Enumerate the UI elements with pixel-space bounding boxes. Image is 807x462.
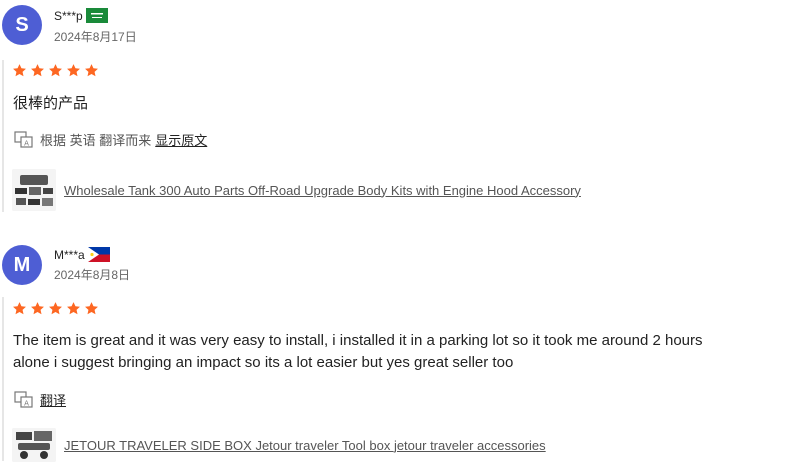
- translation-source-text: 根据 英语 翻译而来: [40, 133, 152, 148]
- review-divider: [2, 297, 4, 461]
- product-thumbnail[interactable]: [12, 428, 56, 462]
- show-original-link[interactable]: 显示原文: [155, 130, 207, 149]
- review-divider: [2, 60, 4, 212]
- star-icon: [13, 302, 26, 315]
- reviewer-username: S***p: [54, 8, 83, 23]
- product-reference[interactable]: JETOUR TRAVELER SIDE BOX Jetour traveler…: [12, 428, 546, 462]
- review-item: S S***p 2024年8月17日 很棒的产品 A 根据 英语 翻译而来 显示…: [0, 0, 807, 230]
- translation-note: A 根据 英语 翻译而来 显示原文: [14, 130, 207, 149]
- reviewer-name: M***a: [54, 247, 110, 262]
- review-date: 2024年8月8日: [54, 268, 131, 282]
- translate-icon: A: [14, 390, 33, 408]
- reviewer-username: M***a: [54, 247, 85, 262]
- star-icon: [67, 64, 80, 77]
- saudi-arabia-flag-icon: [85, 8, 108, 23]
- product-thumbnail[interactable]: [12, 169, 56, 211]
- svg-text:A: A: [24, 139, 29, 147]
- star-icon: [13, 64, 26, 77]
- review-text-line: 很棒的产品: [13, 95, 89, 112]
- star-icon: [85, 302, 98, 315]
- review-text: The item is great and it was very easy t…: [13, 330, 807, 374]
- translation-note: A 翻译: [14, 390, 66, 409]
- svg-text:A: A: [24, 399, 29, 407]
- review-text-line: The item is great and it was very easy t…: [13, 332, 703, 349]
- product-image-icon: [12, 169, 56, 211]
- star-icon: [31, 302, 44, 315]
- star-icon: [67, 302, 80, 315]
- star-rating: [12, 301, 99, 316]
- product-link[interactable]: JETOUR TRAVELER SIDE BOX Jetour traveler…: [64, 438, 546, 453]
- star-rating: [12, 63, 99, 78]
- review-date: 2024年8月17日: [54, 30, 137, 44]
- star-icon: [49, 302, 62, 315]
- avatar: M: [2, 245, 42, 285]
- avatar: S: [2, 5, 42, 45]
- translate-icon: A: [14, 130, 33, 148]
- translate-link[interactable]: 翻译: [40, 390, 66, 409]
- review-item: M M***a 2024年8月8日 The item is great and …: [0, 240, 807, 462]
- review-text: 很棒的产品: [13, 93, 807, 115]
- product-link[interactable]: Wholesale Tank 300 Auto Parts Off-Road U…: [64, 183, 581, 198]
- review-text-line: alone i suggest bringing an impact so it…: [13, 354, 514, 371]
- product-image-icon: [12, 428, 56, 462]
- product-reference[interactable]: Wholesale Tank 300 Auto Parts Off-Road U…: [12, 169, 581, 211]
- star-icon: [85, 64, 98, 77]
- reviewer-name: S***p: [54, 8, 108, 23]
- star-icon: [31, 64, 44, 77]
- star-icon: [49, 64, 62, 77]
- philippines-flag-icon: [87, 247, 110, 262]
